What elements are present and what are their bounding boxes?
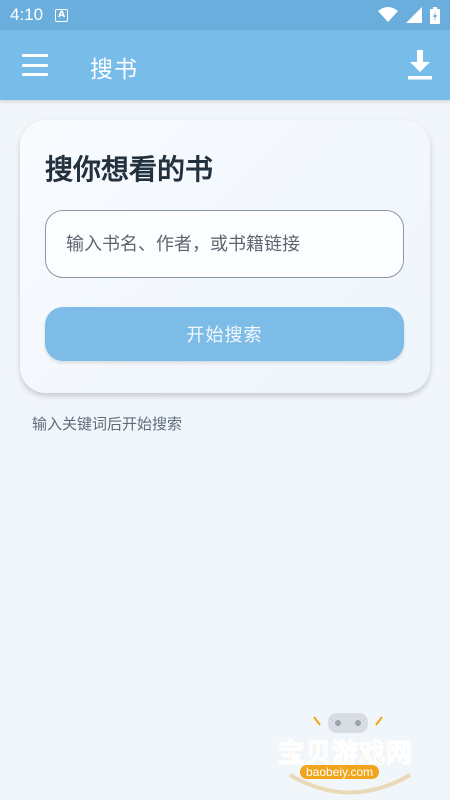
a-box-icon: A — [55, 8, 69, 22]
app-bar: 搜书 — [0, 30, 450, 100]
search-input[interactable] — [45, 210, 404, 278]
status-icons — [378, 6, 440, 24]
start-search-button[interactable]: 开始搜索 — [45, 307, 404, 361]
watermark-logo: 宝贝游戏网 baobeiy.com — [270, 705, 430, 795]
app-title: 搜书 — [90, 57, 138, 83]
wifi-icon — [378, 7, 398, 22]
status-bar: 4:10 A — [0, 0, 450, 30]
hamburger-menu-icon[interactable] — [22, 54, 48, 76]
card-title: 搜你想看的书 — [45, 153, 214, 186]
battery-icon — [430, 6, 440, 24]
status-time: 4:10 — [10, 5, 44, 24]
watermark-url: baobeiy.com — [300, 765, 380, 779]
hint-text: 输入关键词后开始搜索 — [32, 415, 183, 433]
download-icon[interactable] — [408, 50, 432, 80]
signal-icon — [406, 7, 422, 23]
search-card: 搜你想看的书 开始搜索 — [20, 120, 430, 393]
